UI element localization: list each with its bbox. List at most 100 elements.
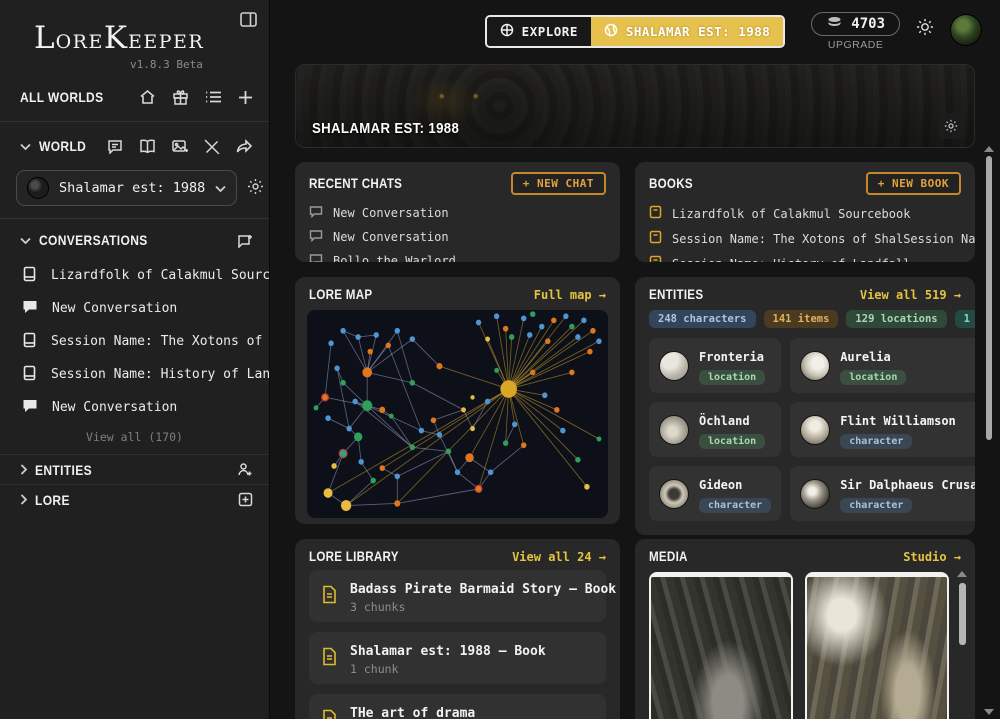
locations-count-badge[interactable]: 129 locations (846, 310, 946, 328)
book-item[interactable]: Session Name: The Xotons of ShalSession … (635, 226, 975, 251)
gift-icon[interactable] (172, 89, 189, 105)
chat-item[interactable]: New Conversation (295, 201, 620, 225)
conversation-item[interactable]: New Conversation (0, 391, 269, 424)
conversation-title: Lizardfolk of Calakmul Source… (51, 268, 269, 283)
book-item[interactable]: Lizardfolk of Calakmul Sourcebook (635, 201, 975, 226)
world-chat-icon[interactable] (107, 139, 123, 154)
all-worlds-label: ALL WORLDS (20, 89, 103, 105)
add-world-icon[interactable] (238, 90, 253, 105)
world-share-icon[interactable] (236, 139, 253, 153)
library-item[interactable]: THe art of drama6 chunks (309, 694, 606, 719)
items-count-badge[interactable]: 141 items (764, 310, 839, 328)
add-lore-icon[interactable] (238, 492, 253, 507)
characters-count-badge[interactable]: 248 characters (649, 310, 756, 328)
scroll-up-arrow[interactable] (957, 571, 967, 577)
entity-card[interactable]: Fronterialocation (649, 338, 781, 393)
lore-map-graph-container[interactable] (307, 310, 608, 518)
entity-avatar (800, 415, 830, 445)
conversation-item[interactable]: New Conversation (0, 292, 269, 325)
explore-icon (500, 23, 514, 40)
world-image-add-icon[interactable] (172, 139, 188, 154)
credits-pill[interactable]: 4703 (811, 12, 900, 36)
entities-section-label: ENTITIES (35, 462, 92, 478)
scroll-up-arrow[interactable] (984, 146, 994, 152)
chevron-right-icon (20, 464, 27, 475)
entity-type-badge: character (699, 498, 771, 513)
full-map-link[interactable]: Full map → (534, 288, 606, 302)
entity-card[interactable]: Öchlandlocation (649, 402, 781, 457)
book-item-label: Session Name: History of Landfall (672, 257, 910, 263)
new-book-button[interactable]: + NEW BOOK (866, 172, 961, 195)
world-selector-value: Shalamar est: 1988 (59, 180, 205, 196)
conversation-title: New Conversation (52, 400, 177, 415)
entity-card[interactable]: Aurelialocation (790, 338, 975, 393)
library-item-meta: 3 chunks (350, 600, 616, 614)
lore-library-panel: LORE LIBRARY View all 24 → Badass Pirate… (295, 539, 620, 719)
scroll-down-arrow[interactable] (984, 709, 994, 715)
media-thumbnail[interactable] (649, 572, 793, 719)
faction-count-badge[interactable]: 1 faction (955, 310, 975, 328)
chat-item[interactable]: New Conversation (295, 225, 620, 249)
conversations-section-header[interactable]: CONVERSATIONS (0, 223, 269, 257)
library-item-title: Badass Pirate Barmaid Story — Book (350, 582, 616, 597)
entity-count-badges: 248 characters 141 items 129 locations 1… (635, 308, 975, 338)
sidebar-collapse-icon[interactable] (240, 12, 257, 31)
main-scrollbar[interactable] (985, 148, 993, 715)
entities-section-header[interactable]: ENTITIES (0, 454, 269, 484)
book-item[interactable]: Session Name: History of Landfall (635, 251, 975, 262)
lore-section-label: LORE (35, 492, 70, 508)
media-scrollbar[interactable] (958, 573, 967, 719)
library-item[interactable]: Badass Pirate Barmaid Story — Book3 chun… (309, 570, 606, 622)
list-icon[interactable] (205, 90, 222, 104)
media-thumbnail[interactable] (805, 572, 949, 719)
entity-type-badge: location (699, 370, 765, 385)
conversation-item[interactable]: Session Name: The Xotons of S… (0, 325, 269, 358)
conversation-item[interactable]: Session Name: History of Land… (0, 358, 269, 391)
studio-link[interactable]: Studio → (903, 550, 961, 564)
home-icon[interactable] (139, 89, 156, 105)
user-avatar[interactable] (950, 14, 982, 46)
chat-outline-icon (309, 229, 323, 245)
new-chat-button[interactable]: + NEW CHAT (511, 172, 606, 195)
book-icon (649, 205, 662, 222)
library-view-all-link[interactable]: View all 24 → (512, 550, 606, 564)
banner-settings-gear-icon[interactable] (938, 113, 964, 139)
world-section-header[interactable]: WORLD (0, 126, 269, 166)
world-avatar (27, 177, 49, 199)
entity-card[interactable]: Gideoncharacter (649, 466, 781, 521)
entity-card[interactable]: Sir Dalphaeus Crusadecharacter (790, 466, 975, 521)
chat-item-label: New Conversation (333, 206, 449, 220)
entity-card[interactable]: Flint Williamsoncharacter (790, 402, 975, 457)
entity-type-badge: character (840, 434, 912, 449)
new-conversation-icon[interactable] (237, 233, 253, 248)
main-scrollbar-thumb[interactable] (986, 156, 992, 440)
chat-item-label: New Conversation (333, 230, 449, 244)
theme-toggle-sun-icon[interactable] (916, 18, 934, 40)
document-icon (321, 585, 338, 608)
mode-switcher: EXPLORE SHALAMAR EST: 1988 (485, 15, 786, 48)
active-world-tab[interactable]: SHALAMAR EST: 1988 (591, 17, 783, 46)
conversation-title: Session Name: History of Land… (51, 367, 269, 382)
world-banner: SHALAMAR EST: 1988 (295, 64, 975, 148)
world-settings-gear-icon[interactable] (247, 178, 264, 199)
conversation-item[interactable]: Lizardfolk of Calakmul Source… (0, 259, 269, 292)
library-item[interactable]: Shalamar est: 1988 — Book1 chunk (309, 632, 606, 684)
chat-item[interactable]: Bollo the Warlord (295, 249, 620, 262)
speech-bubble-icon (22, 299, 38, 318)
explore-tab[interactable]: EXPLORE (487, 17, 591, 46)
world-selector[interactable]: Shalamar est: 1988 (16, 170, 237, 206)
conversations-view-all[interactable]: View all (170) (0, 424, 269, 454)
entity-avatar (800, 351, 830, 381)
entities-view-all-link[interactable]: View all 519 → (860, 288, 961, 302)
entity-name: Sir Dalphaeus Crusade (840, 478, 975, 492)
world-book-icon[interactable] (139, 139, 156, 153)
library-item-title: Shalamar est: 1988 — Book (350, 644, 546, 659)
lore-section-header[interactable]: LORE (0, 484, 269, 514)
chat-outline-icon (309, 253, 323, 262)
sidebar: LOREKEEPER v1.8.3 Beta ALL WORLDS WORLD (0, 0, 270, 719)
media-scrollbar-thumb[interactable] (959, 583, 966, 645)
upgrade-link[interactable]: UPGRADE (828, 39, 883, 51)
lore-map-graph (307, 310, 608, 518)
world-tools-icon[interactable] (204, 139, 220, 154)
person-add-icon[interactable] (237, 462, 253, 477)
